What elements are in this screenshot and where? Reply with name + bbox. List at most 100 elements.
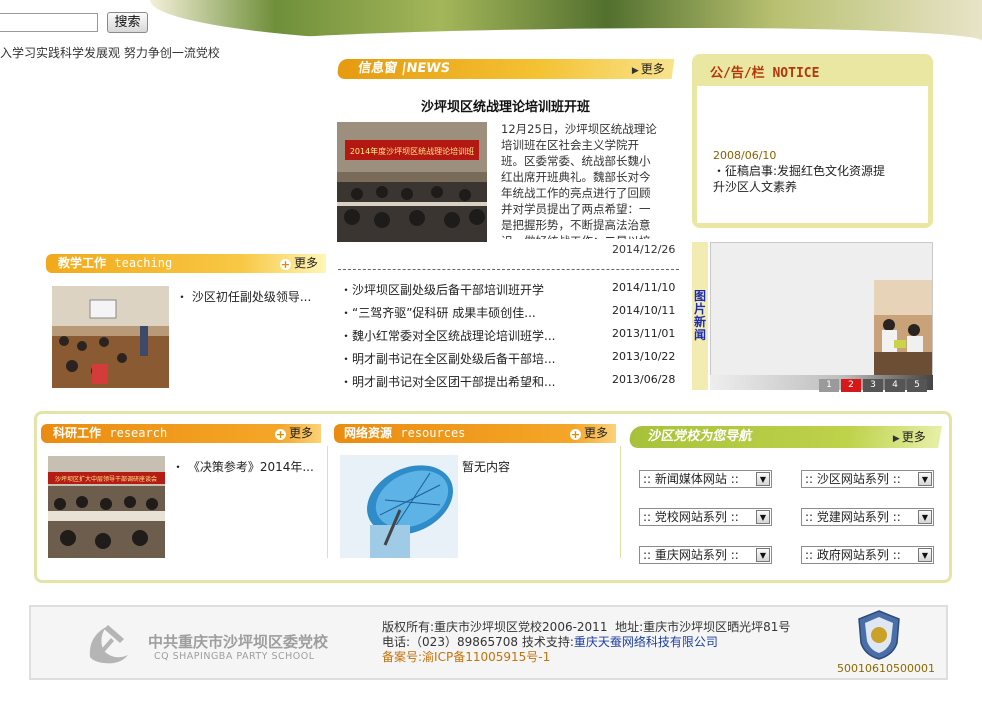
guide-header: 沙区党校为您导航 ▶ 更多 bbox=[628, 426, 942, 448]
notice-date: 2008/06/10 bbox=[713, 149, 777, 162]
news-item-date: 2014/11/10 bbox=[612, 281, 676, 294]
government-sites-select[interactable]: :: 政府网站系列 :: ▼ bbox=[801, 546, 934, 564]
news-title: 信息窗 bbox=[357, 61, 399, 76]
network-satellite-image bbox=[340, 455, 458, 558]
network-more-label: 更多 bbox=[583, 426, 608, 440]
select-value: :: 重庆网站系列 :: bbox=[643, 548, 739, 562]
footer-icp-link[interactable]: 备案号:渝ICP备11005915号-1 bbox=[382, 650, 550, 664]
research-photo[interactable]: 沙坪坝区扩大中层领导干部调研座谈会 bbox=[48, 456, 165, 558]
pager-button[interactable]: 3 bbox=[863, 379, 883, 392]
news-list: ・沙坪坝区副处级后备干部培训班开学 2014/11/10 ・“三驾齐驱”促科研 成… bbox=[340, 281, 680, 396]
chevron-down-icon: ▼ bbox=[918, 472, 932, 486]
teaching-more-label: 更多 bbox=[293, 256, 318, 270]
divider bbox=[327, 446, 328, 558]
district-sites-select[interactable]: :: 沙区网站系列 :: ▼ bbox=[801, 470, 934, 488]
research-title: 科研工作 bbox=[53, 426, 102, 440]
network-header: 网络资源 resources + 更多 bbox=[334, 424, 616, 443]
network-empty-text: 暂无内容 bbox=[462, 460, 511, 474]
select-value: :: 党建网站系列 :: bbox=[805, 510, 901, 524]
news-item-date: 2013/06/28 bbox=[612, 373, 676, 386]
teaching-title: 教学工作 bbox=[58, 256, 107, 270]
news-item-title: ・“三驾齐驱”促科研 成果丰硕创佳... bbox=[340, 306, 536, 320]
select-value: :: 新闻媒体网站 :: bbox=[643, 472, 739, 486]
network-more-link[interactable]: + 更多 bbox=[569, 424, 608, 443]
news-divider bbox=[338, 269, 679, 270]
teaching-item[interactable]: ・ 沙区初任副处级领导... bbox=[176, 288, 311, 305]
news-item-date: 2014/10/11 bbox=[612, 304, 676, 317]
news-list-item[interactable]: ・“三驾齐驱”促科研 成果丰硕创佳... 2014/10/11 bbox=[340, 304, 680, 327]
photo-news-pager: 12345 bbox=[817, 376, 927, 392]
chevron-down-icon: ▼ bbox=[756, 510, 770, 524]
news-headline[interactable]: 沙坪坝区统战理论培训班开班 bbox=[338, 96, 673, 115]
party-school-sites-select[interactable]: :: 党校网站系列 :: ▼ bbox=[639, 508, 772, 526]
news-item-title: ・沙坪坝区副处级后备干部培训班开学 bbox=[340, 283, 545, 297]
chongqing-sites-select[interactable]: :: 重庆网站系列 :: ▼ bbox=[639, 546, 772, 564]
footer-logo-title: 中共重庆市沙坪坝区委党校 bbox=[148, 633, 329, 651]
research-more-link[interactable]: + 更多 bbox=[274, 424, 313, 443]
teaching-title-en: teaching bbox=[114, 256, 173, 270]
research-more-label: 更多 bbox=[288, 426, 313, 440]
search-input[interactable] bbox=[0, 13, 98, 32]
news-list-item[interactable]: ・明才副书记在全区副处级后备干部培... 2013/10/22 bbox=[340, 350, 680, 373]
chevron-down-icon: ▼ bbox=[918, 548, 932, 562]
select-value: :: 党校网站系列 :: bbox=[643, 510, 739, 524]
footer-address: 地址:重庆市沙坪坝区晒光坪81号 bbox=[615, 620, 791, 634]
guide-more-link[interactable]: ▶ 更多 bbox=[893, 426, 926, 450]
notice-item[interactable]: ・征稿启事:发掘红色文化资源提升沙区人文素养 bbox=[713, 163, 888, 195]
teaching-header: 教学工作 teaching + 更多 bbox=[46, 254, 326, 273]
triangle-right-icon: ▶ bbox=[892, 434, 900, 444]
news-photo-caption: 2014年度沙坪坝区统战理论培训班 bbox=[350, 146, 474, 156]
pager-button[interactable]: 1 bbox=[819, 379, 839, 392]
footer-phone: 电话:（023）89865708 bbox=[382, 635, 519, 649]
news-description: 12月25日，沙坪坝区统战理论培训班在区社会主义学院开班。区委常委、统战部长魏小… bbox=[501, 122, 657, 239]
search-button[interactable]: 搜索 bbox=[107, 12, 148, 33]
network-title: 网络资源 bbox=[344, 426, 393, 440]
chevron-down-icon: ▼ bbox=[756, 548, 770, 562]
news-photo[interactable]: 2014年度沙坪坝区统战理论培训班 bbox=[337, 122, 487, 242]
network-title-en: resources bbox=[400, 426, 466, 440]
pager-button[interactable]: 2 bbox=[841, 379, 861, 392]
chevron-down-icon: ▼ bbox=[756, 472, 770, 486]
photo-news-label: 图片新闻 bbox=[694, 289, 707, 342]
footer-copyright: 版权所有:重庆市沙坪坝区党校2006-2011 bbox=[382, 620, 608, 634]
teaching-more-link[interactable]: + 更多 bbox=[279, 254, 318, 273]
chevron-down-icon: ▼ bbox=[918, 510, 932, 524]
news-more-link[interactable]: ▶ 更多 bbox=[632, 59, 665, 81]
photo-news-image[interactable] bbox=[874, 280, 932, 375]
triangle-right-icon: ▶ bbox=[631, 66, 639, 76]
news-date: 2014/12/26 bbox=[612, 243, 676, 256]
research-header: 科研工作 research + 更多 bbox=[41, 424, 321, 443]
plus-icon: + bbox=[569, 428, 581, 441]
footer-info: 版权所有:重庆市沙坪坝区党校2006-2011 地址:重庆市沙坪坝区晒光坪81号… bbox=[382, 620, 790, 665]
research-title-en: research bbox=[109, 426, 168, 440]
police-badge-number: 50010610500001 bbox=[837, 662, 935, 675]
divider bbox=[620, 446, 621, 558]
party-building-sites-select[interactable]: :: 党建网站系列 :: ▼ bbox=[801, 508, 934, 526]
news-item-title: ・明才副书记对全区团干部提出希望和... bbox=[340, 375, 556, 389]
research-photo-caption: 沙坪坝区扩大中层领导干部调研座谈会 bbox=[55, 475, 157, 483]
guide-title: 沙区党校为您导航 bbox=[646, 429, 754, 444]
select-value: :: 沙区网站系列 :: bbox=[805, 472, 901, 486]
guide-more-label: 更多 bbox=[901, 430, 926, 444]
news-more-label: 更多 bbox=[640, 62, 665, 76]
news-list-item[interactable]: ・魏小红常委对全区统战理论培训班学... 2013/11/01 bbox=[340, 327, 680, 350]
teaching-photo[interactable] bbox=[52, 286, 169, 388]
footer-support-label: 技术支持: bbox=[521, 635, 574, 649]
party-emblem-icon bbox=[80, 619, 136, 667]
news-item-title: ・魏小红常委对全区统战理论培训班学... bbox=[340, 329, 556, 343]
news-list-item[interactable]: ・明才副书记对全区团干部提出希望和... 2013/06/28 bbox=[340, 373, 680, 396]
slogan: 入学习实践科学发展观 努力争创一流党校 bbox=[0, 46, 220, 60]
research-item[interactable]: ・ 《决策参考》2014年... bbox=[172, 458, 314, 475]
news-item-date: 2013/11/01 bbox=[612, 327, 676, 340]
pager-button[interactable]: 4 bbox=[885, 379, 905, 392]
news-header: 信息窗 |NEWS ▶ 更多 bbox=[336, 59, 675, 81]
select-value: :: 政府网站系列 :: bbox=[805, 548, 901, 562]
police-badge-icon[interactable] bbox=[853, 609, 905, 661]
news-item-date: 2013/10/22 bbox=[612, 350, 676, 363]
plus-icon: + bbox=[279, 258, 291, 271]
notice-title: 公/告/栏 NOTICE bbox=[710, 66, 820, 81]
footer-support-link[interactable]: 重庆天蚕网络科技有限公司 bbox=[574, 635, 718, 649]
news-media-select[interactable]: :: 新闻媒体网站 :: ▼ bbox=[639, 470, 772, 488]
pager-button[interactable]: 5 bbox=[907, 379, 927, 392]
news-list-item[interactable]: ・沙坪坝区副处级后备干部培训班开学 2014/11/10 bbox=[340, 281, 680, 304]
